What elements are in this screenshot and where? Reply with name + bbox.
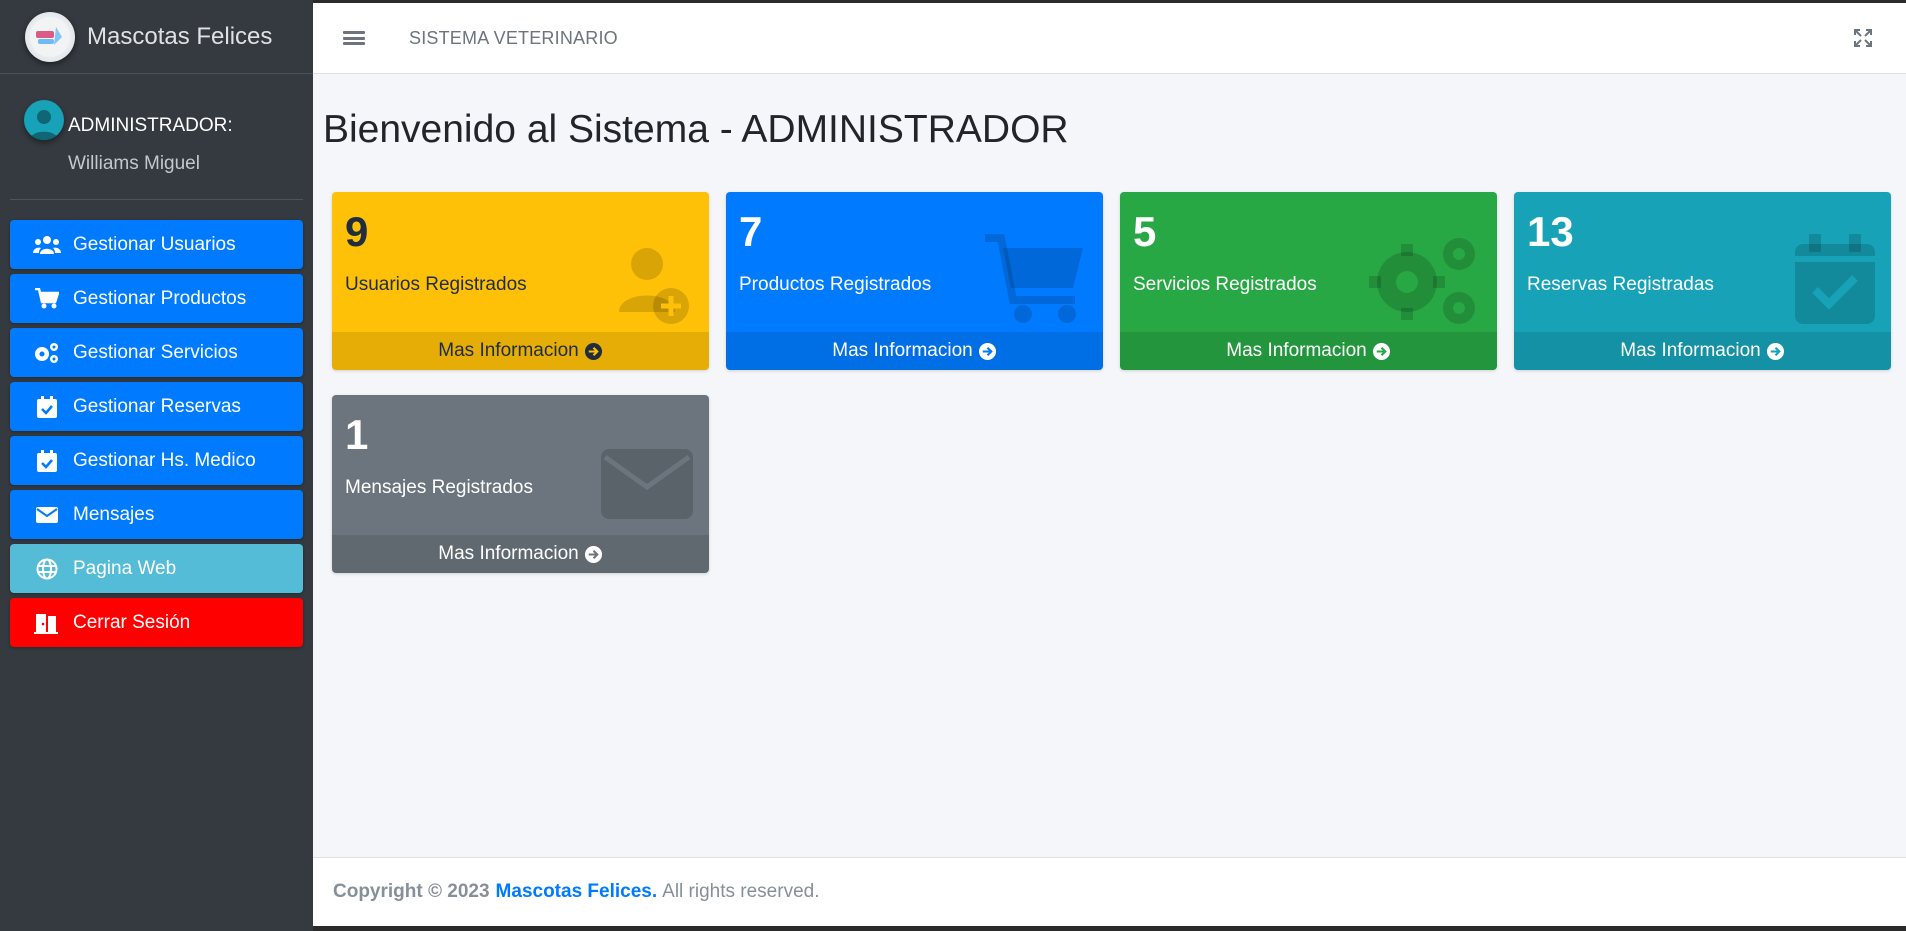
- sidebar-item-gestionar-servicios[interactable]: Gestionar Servicios: [10, 328, 303, 377]
- stat-count: 7: [739, 208, 763, 255]
- user-panel: ADMINISTRADOR: Williams Miguel: [10, 74, 303, 200]
- users-icon: [32, 233, 62, 257]
- sidebar-nav: Gestionar Usuarios Gestionar Productos G…: [0, 200, 313, 647]
- user-plus-icon: [619, 248, 689, 324]
- sidebar: Mascotas Felices ADMINISTRADOR: Williams…: [0, 0, 313, 931]
- fullscreen-icon[interactable]: [1854, 29, 1872, 47]
- stat-card-mensajes: 1 Mensajes Registrados Mas Informacion: [332, 395, 709, 573]
- sidebar-item-label: Gestionar Usuarios: [73, 233, 236, 255]
- sidebar-item-mensajes[interactable]: Mensajes: [10, 490, 303, 539]
- arrow-circle-right-icon: [584, 342, 602, 360]
- stat-label: Usuarios Registrados: [345, 274, 527, 295]
- arrow-circle-right-icon: [584, 545, 602, 563]
- more-info-label: Mas Informacion: [438, 543, 579, 564]
- arrow-circle-right-icon: [1372, 342, 1390, 360]
- page-title: Bienvenido al Sistema - ADMINISTRADOR: [323, 108, 1069, 151]
- stat-label: Reservas Registradas: [1527, 274, 1714, 295]
- stat-card-servicios: 5 Servicios Registrados Mas Informacion: [1120, 192, 1497, 370]
- globe-icon: [32, 557, 62, 581]
- cogs-icon: [32, 341, 62, 365]
- calendar-check-icon: [1795, 234, 1875, 324]
- user-role: ADMINISTRADOR:: [68, 115, 233, 136]
- copyright-text: Copyright © 2023: [333, 881, 490, 902]
- more-info-link[interactable]: Mas Informacion: [332, 332, 709, 370]
- calendar-check-icon: [32, 449, 62, 473]
- stat-card-reservas: 13 Reservas Registradas Mas Informacion: [1514, 192, 1891, 370]
- more-info-label: Mas Informacion: [832, 340, 973, 361]
- sidebar-item-label: Gestionar Hs. Medico: [73, 449, 256, 471]
- envelope-icon: [32, 503, 62, 527]
- sidebar-item-label: Pagina Web: [73, 557, 177, 579]
- sidebar-item-gestionar-productos[interactable]: Gestionar Productos: [10, 274, 303, 323]
- more-info-link[interactable]: Mas Informacion: [1514, 332, 1891, 370]
- footer-brand-link[interactable]: Mascotas Felices.: [496, 881, 658, 903]
- menu-toggle-icon[interactable]: [343, 29, 365, 47]
- cogs-icon: [1369, 238, 1475, 324]
- top-navbar: SISTEMA VETERINARIO: [313, 3, 1906, 74]
- door-exit-icon: [32, 611, 62, 635]
- more-info-label: Mas Informacion: [1226, 340, 1367, 361]
- page-footer: Copyright © 2023 Mascotas Felices. All r…: [313, 857, 1906, 926]
- stat-count: 1: [345, 411, 369, 458]
- sidebar-item-gestionar-hs-medico[interactable]: Gestionar Hs. Medico: [10, 436, 303, 485]
- cart-icon: [985, 234, 1083, 323]
- brand-name: Mascotas Felices: [87, 22, 273, 50]
- calendar-check-icon: [32, 395, 62, 419]
- more-info-link[interactable]: Mas Informacion: [1120, 332, 1497, 370]
- sidebar-item-label: Gestionar Reservas: [73, 395, 241, 417]
- stat-label: Servicios Registrados: [1133, 274, 1317, 295]
- stat-count: 5: [1133, 208, 1157, 255]
- more-info-label: Mas Informacion: [1620, 340, 1761, 361]
- stat-count: 13: [1527, 208, 1574, 255]
- sidebar-item-cerrar-sesion[interactable]: Cerrar Sesión: [10, 598, 303, 647]
- user-info: ADMINISTRADOR: Williams Miguel: [68, 99, 233, 199]
- sidebar-item-gestionar-reservas[interactable]: Gestionar Reservas: [10, 382, 303, 431]
- stat-card-productos: 7 Productos Registrados Mas Informacion: [726, 192, 1103, 370]
- more-info-link[interactable]: Mas Informacion: [726, 332, 1103, 370]
- envelope-icon: [601, 449, 693, 519]
- arrow-circle-right-icon: [978, 342, 996, 360]
- sidebar-item-label: Mensajes: [73, 503, 155, 525]
- stat-card-usuarios: 9 Usuarios Registrados Mas Informacion: [332, 192, 709, 370]
- sidebar-item-label: Cerrar Sesión: [73, 611, 191, 633]
- rights-text: All rights reserved.: [662, 881, 820, 902]
- arrow-circle-right-icon: [1766, 342, 1784, 360]
- main-content: SISTEMA VETERINARIO Bienvenido al Sistem…: [313, 3, 1906, 926]
- user-avatar[interactable]: [24, 100, 64, 140]
- stat-count: 9: [345, 208, 369, 255]
- sidebar-item-pagina-web[interactable]: Pagina Web: [10, 544, 303, 593]
- brand-logo: [25, 11, 75, 62]
- system-title-link[interactable]: SISTEMA VETERINARIO: [409, 28, 618, 49]
- user-name[interactable]: Williams Miguel: [68, 145, 233, 183]
- more-info-link[interactable]: Mas Informacion: [332, 535, 709, 573]
- cart-icon: [32, 287, 62, 311]
- sidebar-item-label: Gestionar Productos: [73, 287, 247, 309]
- stat-label: Mensajes Registrados: [345, 477, 533, 498]
- stat-label: Productos Registrados: [739, 274, 932, 295]
- sidebar-item-label: Gestionar Servicios: [73, 341, 238, 363]
- sidebar-item-gestionar-usuarios[interactable]: Gestionar Usuarios: [10, 220, 303, 269]
- more-info-label: Mas Informacion: [438, 340, 579, 361]
- brand-link[interactable]: Mascotas Felices: [0, 0, 313, 74]
